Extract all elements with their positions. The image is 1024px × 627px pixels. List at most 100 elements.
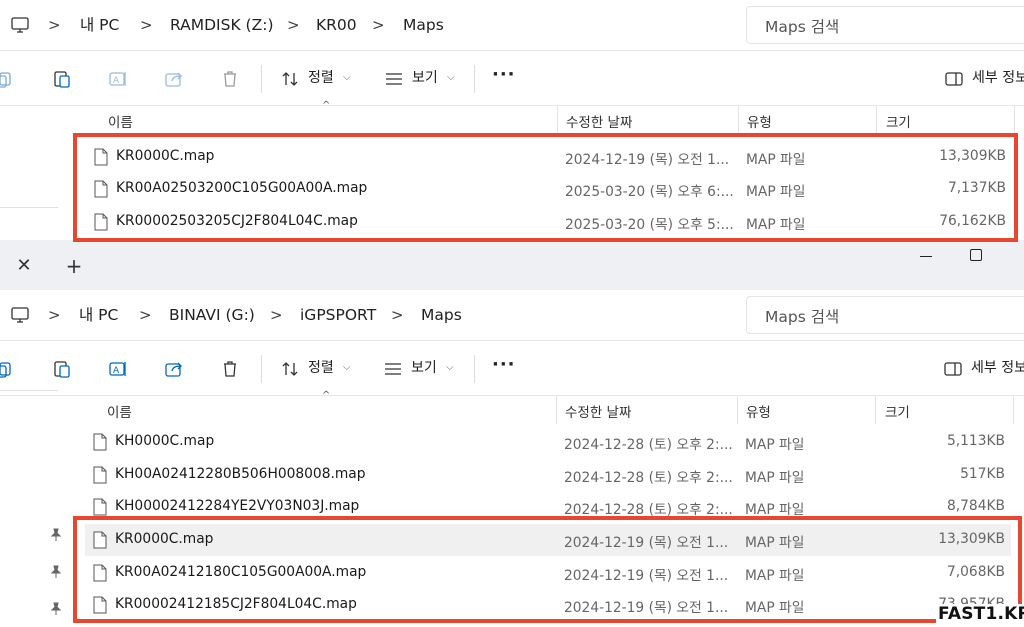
svg-text:A: A: [113, 366, 120, 376]
chevron-down-icon[interactable]: ⌵: [343, 68, 351, 88]
tab-bar: ✕ +: [0, 240, 1024, 290]
nav-pane-divider: [0, 390, 58, 391]
column-resize-handle[interactable]: [737, 396, 738, 424]
new-tab-icon[interactable]: +: [62, 254, 86, 278]
chevron-right-icon[interactable]: >: [287, 14, 300, 36]
breadcrumb-drive[interactable]: RAMDISK (Z:): [170, 14, 274, 36]
file-type: MAP 파일: [745, 470, 805, 486]
this-pc-icon[interactable]: [10, 15, 30, 35]
search-input[interactable]: Maps 검색: [746, 6, 1024, 44]
column-resize-handle[interactable]: [1014, 106, 1015, 134]
column-date[interactable]: 수정한 날짜: [566, 111, 632, 131]
chevron-right-icon[interactable]: >: [140, 14, 153, 36]
breadcrumb-folder[interactable]: KR00: [316, 14, 357, 36]
column-resize-handle[interactable]: [875, 396, 876, 424]
file-row[interactable]: KR00A02412180C105G00A00A.map 2024-12-19 …: [85, 557, 1011, 589]
file-name: KH00A02412280B506H008008.map: [115, 466, 366, 482]
maximize-icon[interactable]: [970, 249, 982, 261]
file-date: 2025-03-20 (목) 오후 6:...: [565, 184, 734, 200]
more-options-icon[interactable]: ···: [492, 354, 516, 375]
chevron-down-icon[interactable]: ⌵: [446, 358, 454, 378]
file-name: KR00A02503200C105G00A00A.map: [116, 180, 368, 196]
column-size[interactable]: 크기: [885, 401, 910, 421]
chevron-down-icon[interactable]: ⌵: [447, 68, 455, 88]
rename-icon[interactable]: A: [108, 359, 128, 379]
file-date: 2024-12-28 (토) 오후 2:...: [564, 470, 733, 486]
breadcrumb-folder[interactable]: iGPSPORT: [300, 304, 376, 326]
address-bar[interactable]: > 내 PC > RAMDISK (Z:) > KR00 > Maps Maps…: [0, 0, 1024, 50]
chevron-right-icon[interactable]: >: [372, 14, 385, 36]
toolbar-divider: [474, 65, 475, 93]
details-pane-button[interactable]: 세부 정보: [972, 68, 1024, 88]
breadcrumb-this-pc[interactable]: 내 PC: [79, 304, 118, 326]
column-resize-handle[interactable]: [556, 396, 557, 424]
explorer-window-ramdisk: > 내 PC > RAMDISK (Z:) > KR00 > Maps Maps…: [0, 0, 1024, 240]
column-resize-handle[interactable]: [738, 106, 739, 134]
details-pane-icon[interactable]: [944, 69, 964, 89]
chevron-right-icon[interactable]: >: [48, 304, 61, 326]
share-icon[interactable]: [164, 69, 184, 89]
file-name: KR0000C.map: [116, 148, 215, 164]
file-date: 2024-12-28 (토) 오후 2:...: [564, 502, 733, 518]
column-type[interactable]: 유형: [746, 401, 771, 421]
file-date: 2024-12-19 (목) 오전 1...: [564, 535, 729, 551]
column-resize-handle[interactable]: [876, 106, 877, 134]
share-icon[interactable]: [164, 359, 184, 379]
paste-icon[interactable]: [52, 69, 72, 89]
file-row[interactable]: KR00002412185CJ2F804L04C.map 2024-12-19 …: [85, 589, 1011, 621]
view-icon[interactable]: [384, 69, 404, 89]
file-name: KR0000C.map: [115, 531, 214, 547]
file-row[interactable]: KR00002503205CJ2F804L04C.map 2025-03-20 …: [86, 206, 1012, 238]
file-type: MAP 파일: [745, 568, 805, 584]
chevron-down-icon[interactable]: ⌵: [343, 358, 351, 378]
breadcrumb-drive[interactable]: BINAVI (G:): [169, 304, 255, 326]
file-date: 2024-12-19 (목) 오전 1...: [564, 568, 729, 584]
view-icon[interactable]: [383, 359, 403, 379]
details-pane-button[interactable]: 세부 정보: [971, 358, 1024, 378]
search-input[interactable]: Maps 검색: [746, 296, 1024, 334]
delete-icon[interactable]: [220, 69, 240, 89]
details-pane-icon[interactable]: [943, 359, 963, 379]
view-button[interactable]: 보기: [411, 358, 437, 378]
sort-icon[interactable]: [280, 359, 300, 379]
file-size: 13,309KB: [938, 531, 1005, 547]
more-options-icon[interactable]: ···: [492, 64, 516, 85]
minimize-icon[interactable]: [916, 248, 936, 264]
column-resize-handle[interactable]: [557, 106, 558, 134]
paste-icon[interactable]: [52, 359, 72, 379]
column-date[interactable]: 수정한 날짜: [565, 401, 631, 421]
toolbar-divider: [474, 355, 475, 383]
breadcrumb-current[interactable]: Maps: [421, 304, 462, 326]
sort-button[interactable]: 정렬: [308, 358, 334, 378]
column-size[interactable]: 크기: [886, 111, 911, 131]
close-tab-icon[interactable]: ✕: [12, 254, 36, 278]
copy-icon[interactable]: [0, 359, 14, 379]
this-pc-icon[interactable]: [10, 305, 30, 325]
view-button[interactable]: 보기: [412, 68, 438, 88]
breadcrumb-current[interactable]: Maps: [403, 14, 444, 36]
chevron-right-icon[interactable]: >: [139, 304, 152, 326]
chevron-right-icon[interactable]: >: [48, 14, 61, 36]
search-placeholder: Maps 검색: [765, 18, 840, 36]
file-size: 13,309KB: [939, 148, 1006, 164]
file-row[interactable]: KR0000C.map 2024-12-19 (목) 오전 1... MAP 파…: [86, 141, 1012, 173]
chevron-right-icon[interactable]: >: [391, 304, 404, 326]
breadcrumb-this-pc[interactable]: 내 PC: [80, 14, 119, 36]
file-row[interactable]: KH0000C.map 2024-12-28 (토) 오후 2:... MAP …: [85, 426, 1011, 458]
sort-icon[interactable]: [280, 69, 300, 89]
file-row[interactable]: KH00002412284YE2VY03N03J.map 2024-12-28 …: [85, 491, 1011, 523]
file-row[interactable]: KR00A02503200C105G00A00A.map 2025-03-20 …: [86, 173, 1012, 205]
column-name[interactable]: 이름: [108, 111, 133, 131]
rename-icon[interactable]: A: [108, 69, 128, 89]
address-bar[interactable]: > 내 PC > BINAVI (G:) > iGPSPORT > Maps M…: [0, 290, 1024, 340]
sort-button[interactable]: 정렬: [308, 68, 334, 88]
chevron-right-icon[interactable]: >: [270, 304, 283, 326]
file-size: 517KB: [960, 466, 1005, 482]
delete-icon[interactable]: [220, 359, 240, 379]
column-resize-handle[interactable]: [1013, 396, 1014, 424]
file-row[interactable]: KH00A02412280B506H008008.map 2024-12-28 …: [85, 459, 1011, 491]
column-name[interactable]: 이름: [107, 401, 132, 421]
column-type[interactable]: 유형: [747, 111, 772, 131]
copy-icon[interactable]: [0, 69, 14, 89]
file-row[interactable]: KR0000C.map 2024-12-19 (목) 오전 1... MAP 파…: [85, 524, 1011, 556]
